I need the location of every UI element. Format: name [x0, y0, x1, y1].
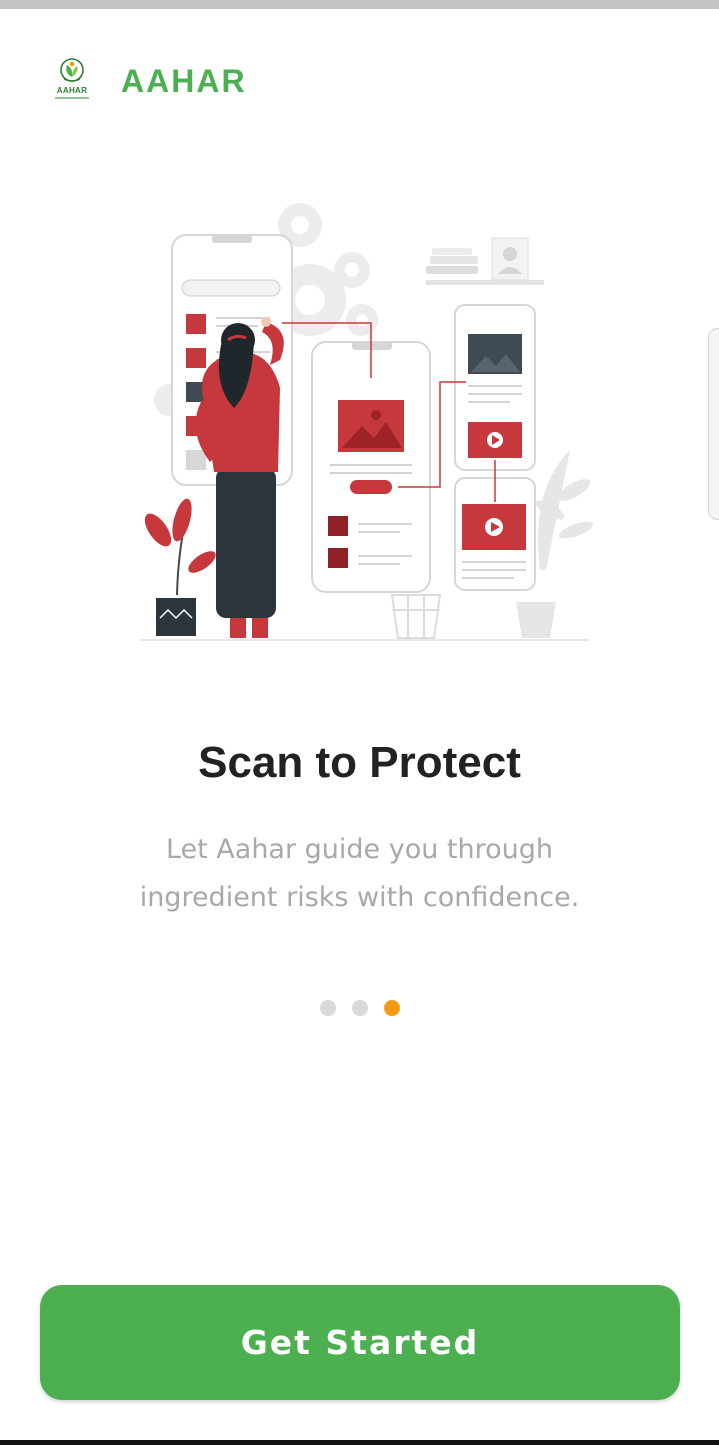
onboarding-subtitle: Let Aahar guide you through ingredient r… — [139, 834, 580, 913]
page-dot-1[interactable] — [319, 1000, 336, 1016]
navigation-bar — [0, 1440, 719, 1445]
logo-tagline-bar — [55, 97, 89, 99]
logo-emblem-icon — [60, 58, 84, 82]
page-dot-3-active[interactable] — [383, 1000, 400, 1016]
status-bar — [0, 0, 719, 9]
app-header: AAHAR AAHAR — [50, 56, 247, 106]
onboarding-illustration — [140, 203, 594, 641]
page-indicator — [0, 1000, 719, 1016]
get-started-button[interactable]: Get Started — [40, 1285, 680, 1400]
logo-text: AAHAR — [56, 86, 88, 95]
edge-panel-handle[interactable] — [708, 328, 719, 520]
onboarding-title: Scan to Protect — [198, 738, 521, 787]
app-logo: AAHAR — [50, 57, 94, 105]
brand-name: AAHAR — [121, 62, 247, 99]
page-dot-2[interactable] — [351, 1000, 368, 1016]
